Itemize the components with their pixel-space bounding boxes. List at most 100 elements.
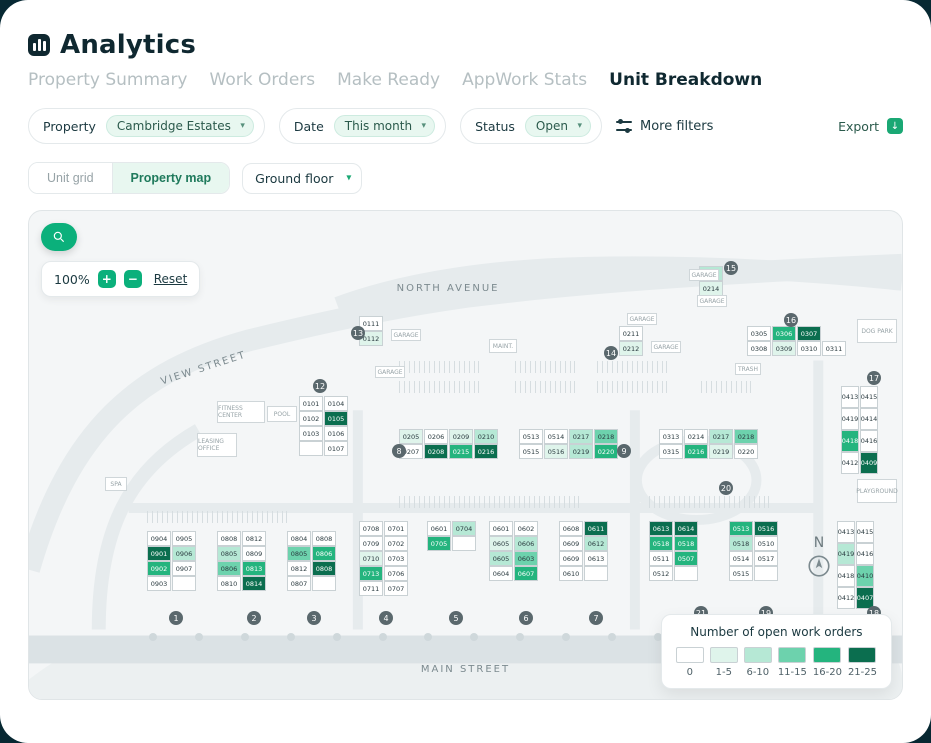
- unit-cell[interactable]: 0305: [747, 326, 771, 341]
- unit-cell[interactable]: 0601: [427, 521, 451, 536]
- unit-cell[interactable]: 0313: [659, 429, 683, 444]
- unit-cell[interactable]: 0610: [559, 566, 583, 581]
- unit-cell[interactable]: 0214: [699, 281, 723, 296]
- unit-cell[interactable]: 0514: [729, 551, 753, 566]
- unit-cell[interactable]: 0208: [424, 444, 448, 459]
- unit-cell[interactable]: 0103: [299, 426, 323, 441]
- unit-cell[interactable]: 0218: [734, 429, 758, 444]
- building-badge[interactable]: 13: [351, 326, 365, 340]
- floor-select[interactable]: Ground floor: [242, 163, 362, 194]
- building-badge[interactable]: 9: [617, 444, 631, 458]
- unit-cell[interactable]: 0415: [860, 386, 878, 408]
- search-zoom-button[interactable]: [41, 223, 77, 251]
- more-filters-button[interactable]: More filters: [616, 118, 713, 134]
- unit-cell[interactable]: 0603: [514, 551, 538, 566]
- unit-cell[interactable]: 0309: [772, 341, 796, 356]
- unit-cell[interactable]: 0903: [147, 576, 171, 591]
- unit-cell[interactable]: 0606: [514, 536, 538, 551]
- unit-cell[interactable]: 0218: [594, 429, 618, 444]
- unit-cell[interactable]: 0410: [856, 565, 874, 587]
- unit-cell[interactable]: 0611: [584, 521, 608, 536]
- unit-cell[interactable]: 0516: [754, 521, 778, 536]
- unit-cell[interactable]: 0220: [734, 444, 758, 459]
- unit-cell[interactable]: 0217: [709, 429, 733, 444]
- unit-cell[interactable]: 0310: [797, 341, 821, 356]
- unit-cell[interactable]: 0709: [359, 536, 383, 551]
- building-badge[interactable]: 15: [724, 261, 738, 275]
- unit-cell[interactable]: [674, 566, 698, 581]
- building-badge[interactable]: 8: [392, 444, 406, 458]
- unit-cell[interactable]: 0905: [172, 531, 196, 546]
- unit-cell[interactable]: [754, 566, 778, 581]
- unit-cell[interactable]: 0518: [649, 536, 673, 551]
- unit-cell[interactable]: 0711: [359, 581, 383, 596]
- unit-cell[interactable]: 0413: [837, 521, 855, 543]
- unit-cell[interactable]: 0607: [514, 566, 538, 581]
- unit-cell[interactable]: 0902: [147, 561, 171, 576]
- unit-cell[interactable]: 0808: [217, 531, 241, 546]
- unit-cell[interactable]: 0812: [287, 561, 311, 576]
- zoom-reset-button[interactable]: Reset: [154, 272, 188, 286]
- unit-cell[interactable]: 0705: [427, 536, 451, 551]
- unit-cell[interactable]: 0710: [359, 551, 383, 566]
- unit-cell[interactable]: 0608: [559, 521, 583, 536]
- unit-cell[interactable]: 0704: [452, 521, 476, 536]
- tab-unit-breakdown[interactable]: Unit Breakdown: [609, 70, 762, 90]
- unit-cell[interactable]: 0805: [287, 546, 311, 561]
- unit-cell[interactable]: 0419: [837, 543, 855, 565]
- unit-cell[interactable]: 0311: [822, 341, 846, 356]
- unit-cell[interactable]: 0804: [287, 531, 311, 546]
- unit-cell[interactable]: 0416: [860, 430, 878, 452]
- unit-cell[interactable]: 0814: [242, 576, 266, 591]
- unit-cell[interactable]: 0515: [729, 566, 753, 581]
- tab-property-summary[interactable]: Property Summary: [28, 70, 188, 90]
- unit-cell[interactable]: 0605: [489, 536, 513, 551]
- unit-cell[interactable]: 0812: [242, 531, 266, 546]
- building-badge[interactable]: 4: [379, 611, 393, 625]
- unit-cell[interactable]: 0703: [384, 551, 408, 566]
- property-map[interactable]: 100% + − Reset MAIN STREET NORTH AVENUE …: [28, 210, 903, 700]
- unit-cell[interactable]: 0513: [729, 521, 753, 536]
- unit-cell[interactable]: 0713: [359, 566, 383, 581]
- building-badge[interactable]: 7: [589, 611, 603, 625]
- unit-cell[interactable]: 0414: [860, 408, 878, 430]
- unit-cell[interactable]: 0906: [172, 546, 196, 561]
- unit-cell[interactable]: 0105: [324, 411, 348, 426]
- unit-cell[interactable]: 0106: [324, 426, 348, 441]
- unit-cell[interactable]: 0308: [747, 341, 771, 356]
- building-badge[interactable]: 12: [313, 379, 327, 393]
- unit-cell[interactable]: 0813: [242, 561, 266, 576]
- unit-cell[interactable]: 0805: [217, 546, 241, 561]
- unit-cell[interactable]: 0701: [384, 521, 408, 536]
- unit-cell[interactable]: 0315: [659, 444, 683, 459]
- unit-cell[interactable]: 0904: [147, 531, 171, 546]
- unit-cell[interactable]: 0609: [559, 536, 583, 551]
- unit-cell[interactable]: 0412: [837, 587, 855, 609]
- unit-cell[interactable]: 0614: [674, 521, 698, 536]
- unit-cell[interactable]: 0209: [449, 429, 473, 444]
- unit-cell[interactable]: [584, 566, 608, 581]
- unit-cell[interactable]: 0416: [856, 543, 874, 565]
- unit-cell[interactable]: 0212: [619, 341, 643, 356]
- unit-cell[interactable]: 0613: [584, 551, 608, 566]
- unit-cell[interactable]: 0702: [384, 536, 408, 551]
- unit-cell[interactable]: 0901: [147, 546, 171, 561]
- unit-cell[interactable]: 0907: [172, 561, 196, 576]
- unit-cell[interactable]: 0806: [217, 561, 241, 576]
- unit-cell[interactable]: 0219: [709, 444, 733, 459]
- unit-cell[interactable]: [299, 441, 323, 456]
- unit-cell[interactable]: 0418: [837, 565, 855, 587]
- unit-cell[interactable]: 0210: [474, 429, 498, 444]
- unit-cell[interactable]: 0412: [841, 452, 859, 474]
- building-badge[interactable]: 20: [719, 481, 733, 495]
- view-unit-grid[interactable]: Unit grid: [29, 163, 112, 193]
- unit-cell[interactable]: 0101: [299, 396, 323, 411]
- tab-appwork-stats[interactable]: AppWork Stats: [462, 70, 587, 90]
- unit-cell[interactable]: 0513: [519, 429, 543, 444]
- unit-cell[interactable]: 0806: [312, 546, 336, 561]
- unit-cell[interactable]: 0102: [299, 411, 323, 426]
- filter-property[interactable]: Property Cambridge Estates: [28, 108, 265, 144]
- unit-cell[interactable]: 0216: [684, 444, 708, 459]
- unit-cell[interactable]: 0214: [684, 429, 708, 444]
- building-badge[interactable]: 2: [247, 611, 261, 625]
